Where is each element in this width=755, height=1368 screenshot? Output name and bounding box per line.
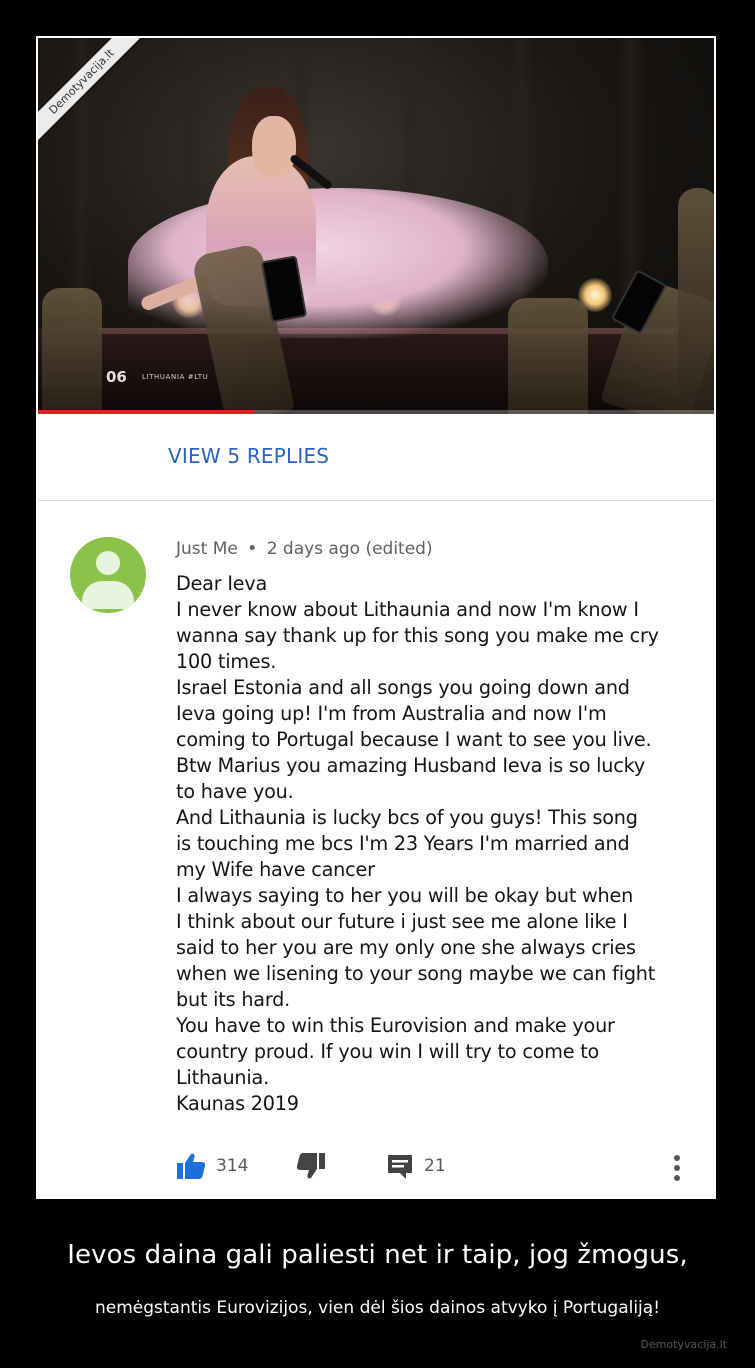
comment-line: Israel Estonia and all songs you going d… — [176, 676, 630, 699]
comment-line: Ieva going up! I'm from Australia and no… — [176, 702, 607, 725]
comment-meta: Just Me • 2 days ago (edited) — [176, 539, 433, 559]
comment: Just Me • 2 days ago (edited) Dear Ieva I… — [38, 501, 714, 1197]
comment-author[interactable]: Just Me — [176, 539, 238, 559]
comment-actions: 314 21 — [176, 1151, 696, 1181]
watermark-ribbon: Demotyvacija.lt — [38, 38, 153, 153]
comment-line: to have you. — [176, 780, 294, 803]
singer-face — [252, 116, 296, 178]
thumbs-down-icon[interactable] — [296, 1152, 326, 1180]
country-label: LITHUANIA #LTU — [142, 373, 209, 381]
like-count: 314 — [216, 1156, 249, 1176]
meta-separator: • — [247, 539, 258, 559]
comment-line: when we lisening to your song maybe we c… — [176, 962, 656, 985]
crowd-hand — [42, 288, 102, 414]
comment-line: I think about our future i just see me a… — [176, 910, 628, 933]
comment-line: Dear Ieva — [176, 572, 268, 595]
song-number: 06 — [106, 368, 127, 386]
like-action: 314 — [176, 1151, 248, 1181]
comment-line: wanna say thank up for this song you mak… — [176, 624, 659, 647]
comment-line: You have to win this Eurovision and make… — [176, 1014, 615, 1037]
avatar-shoulders-shape — [82, 581, 134, 609]
view-replies-button[interactable]: VIEW 5 REPLIES — [168, 444, 329, 468]
comment-line: Btw Marius you amazing Husband Ieva is s… — [176, 754, 645, 777]
comment-line: my Wife have cancer — [176, 858, 375, 881]
comment-line: but its hard. — [176, 988, 291, 1011]
more-options-icon[interactable] — [672, 1155, 682, 1183]
crowd-hand — [508, 298, 588, 414]
thumbs-up-icon[interactable] — [176, 1152, 206, 1180]
comment-line: Lithaunia. — [176, 1066, 269, 1089]
caption-title: Ievos daina gali paliesti net ir taip, j… — [67, 1240, 688, 1270]
dot — [674, 1175, 680, 1181]
dot — [674, 1155, 680, 1161]
comment-text: Dear Ieva I never know about Lithaunia an… — [176, 571, 706, 1117]
crowd-hand — [678, 188, 714, 414]
comment-line: 100 times. — [176, 650, 277, 673]
avatar-head-shape — [96, 551, 120, 575]
dot — [674, 1165, 680, 1171]
site-watermark: Demotyvacija.lt — [640, 1338, 727, 1351]
avatar[interactable] — [70, 537, 146, 613]
comment-line: said to her you are my only one she alwa… — [176, 936, 636, 959]
comment-line: I always saying to her you will be okay … — [176, 884, 634, 907]
demotivator-frame: 06 LITHUANIA #LTU Demotyvacija.lt VIEW 5… — [36, 36, 716, 1199]
reply-count: 21 — [424, 1156, 446, 1176]
comment-line: country proud. If you win I will try to … — [176, 1040, 600, 1063]
reply-action: 21 — [386, 1151, 446, 1181]
comment-line: is touching me bcs I'm 23 Years I'm marr… — [176, 832, 630, 855]
caption-subtitle: nemėgstantis Eurovizijos, vien dėl šios … — [94, 1298, 661, 1318]
dislike-action — [296, 1151, 326, 1181]
replies-bar: VIEW 5 REPLIES — [38, 414, 714, 501]
comment-icon[interactable] — [386, 1152, 414, 1180]
singer-dress — [128, 188, 548, 338]
comment-time: 2 days ago (edited) — [266, 539, 433, 559]
comment-line: Kaunas 2019 — [176, 1092, 299, 1115]
video-player[interactable]: 06 LITHUANIA #LTU Demotyvacija.lt — [38, 38, 714, 414]
comment-line: And Lithaunia is lucky bcs of you guys! … — [176, 806, 638, 829]
comment-line: coming to Portugal because I want to see… — [176, 728, 652, 751]
comment-line: I never know about Lithaunia and now I'm… — [176, 598, 639, 621]
